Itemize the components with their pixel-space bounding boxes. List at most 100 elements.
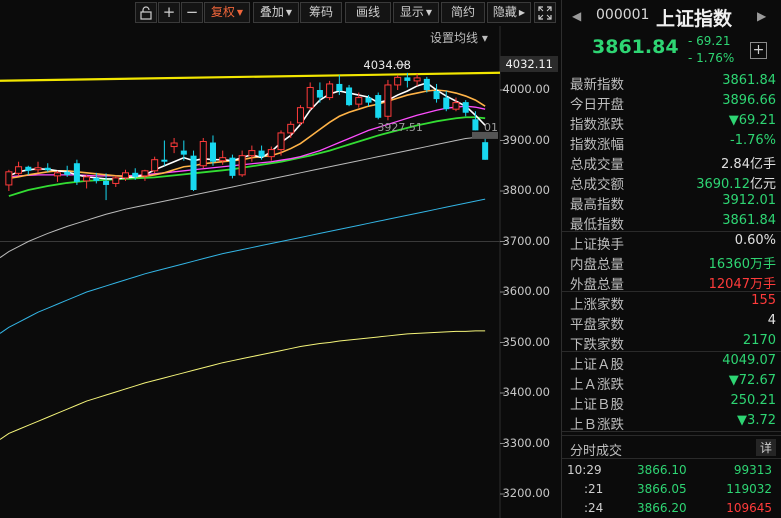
candle-body xyxy=(238,155,246,176)
candle-body xyxy=(346,87,353,106)
stat-value: ▼3.72 xyxy=(737,413,776,428)
trade-volume: 109645 xyxy=(726,501,772,515)
candle-body xyxy=(229,157,236,176)
candle-body xyxy=(482,142,489,160)
candle-body xyxy=(25,166,32,171)
stat-row: 上证换手 0.60% xyxy=(562,232,781,253)
trade-price: 3866.05 xyxy=(637,482,687,496)
trade-price: 3866.10 xyxy=(637,463,687,477)
stat-row: 最低指数 3861.84 xyxy=(562,212,781,233)
trade-time: :21 xyxy=(584,482,604,496)
expand-icon[interactable] xyxy=(534,2,556,23)
stat-row: 上Ａ涨跌 ▼72.67 xyxy=(562,372,781,393)
stat-label: 指数涨跌 xyxy=(570,117,624,133)
stat-row: 总成交量 2.84亿手 xyxy=(562,152,781,173)
trade-row: :21 3866.05 119032 xyxy=(562,480,781,500)
stat-row: 最高指数 3912.01 xyxy=(562,192,781,213)
draw-line-button[interactable]: 画线 xyxy=(345,2,391,23)
stat-label: 最高指数 xyxy=(570,197,624,213)
price-change-percent: - 1.76% xyxy=(688,51,735,65)
candle-body xyxy=(296,107,304,124)
stat-row: 总成交额 3690.12亿元 xyxy=(562,172,781,193)
trade-time: :24 xyxy=(584,501,604,515)
y-tick-label: 3400.00 xyxy=(502,385,550,399)
stat-label: 下跌家数 xyxy=(570,337,624,353)
simple-mode-button[interactable]: 简约 xyxy=(441,2,485,23)
stat-row: 上Ｂ涨跌 ▼3.72 xyxy=(562,412,781,433)
ma-settings-label: 设置均线 xyxy=(430,31,479,45)
ma250-line xyxy=(0,330,486,440)
trade-row: :24 3866.20 109645 xyxy=(562,499,781,518)
stat-value: 0.60% xyxy=(734,233,776,248)
candle-body xyxy=(73,163,80,182)
quote-panel: ◀ 000001 上证指数 ▶ 3861.84 - 69.21 - 1.76% … xyxy=(561,0,781,518)
candle-body xyxy=(365,97,372,103)
stat-value: 12047万手 xyxy=(708,277,776,292)
chevron-down-icon: ▼ xyxy=(285,8,293,17)
stat-value: 16360万手 xyxy=(708,257,776,272)
candle-body xyxy=(258,150,265,157)
candle-body xyxy=(219,157,227,162)
fuquan-label: 复权 xyxy=(210,5,235,19)
candle-body xyxy=(248,150,256,157)
stats-divider xyxy=(562,291,781,292)
candle-body xyxy=(316,90,323,98)
lock-icon-glyph xyxy=(140,6,152,20)
chips-button[interactable]: 筹码 xyxy=(300,2,342,23)
candle-body xyxy=(53,172,61,177)
candle-body xyxy=(5,171,13,186)
stat-row: 内盘总量 16360万手 xyxy=(562,252,781,273)
candle-body xyxy=(44,167,51,171)
lock-icon[interactable] xyxy=(135,2,157,23)
stat-label: 上涨家数 xyxy=(570,297,624,313)
stat-label: 今日开盘 xyxy=(570,97,624,113)
trades-title: 分时成交 xyxy=(570,444,623,459)
stat-row: 指数涨跌 ▼69.21 xyxy=(562,112,781,133)
chevron-down-icon: ▼ xyxy=(425,8,433,17)
overlay-dropdown[interactable]: 叠加 ▼ xyxy=(253,2,299,23)
stat-value: 2.84亿手 xyxy=(721,157,776,172)
stat-label: 上证Ｂ股 xyxy=(570,397,624,413)
stat-label: 上证换手 xyxy=(570,237,624,253)
stat-row: 上涨家数 155 xyxy=(562,292,781,313)
candle-body xyxy=(375,95,382,118)
candle-body xyxy=(199,141,207,167)
stat-row: 上证Ｂ股 250.21 xyxy=(562,392,781,413)
trade-volume: 99313 xyxy=(733,463,772,477)
quote-header: ◀ 000001 上证指数 ▶ 3861.84 - 69.21 - 1.76% … xyxy=(562,0,781,68)
y-tick-label: 3800.00 xyxy=(502,183,550,197)
y-tick-label: 3300.00 xyxy=(502,435,550,450)
zoom-in-button[interactable]: + xyxy=(158,2,180,23)
candle-body xyxy=(15,166,23,174)
y-tick-label: 3900.00 xyxy=(502,132,550,147)
add-watchlist-button[interactable]: + xyxy=(750,42,767,59)
stat-row: 平盘家数 4 xyxy=(562,312,781,333)
hide-button[interactable]: 隐藏 ▶ xyxy=(487,2,531,23)
stat-label: 上Ｂ涨跌 xyxy=(570,417,624,433)
candle-body xyxy=(306,86,314,109)
zoom-out-button[interactable]: − xyxy=(181,2,203,23)
stat-value: 3912.01 xyxy=(722,193,776,208)
trades-detail-button[interactable]: 详 xyxy=(755,439,776,456)
ma120-line xyxy=(0,198,486,334)
fuquan-dropdown[interactable]: 复权 ▼ xyxy=(204,2,250,23)
kline-chart[interactable]: 4034.08 3927.51 01 设置均线 ▾ 4032.11 4000.00 3… xyxy=(0,26,560,518)
stat-label: 外盘总量 xyxy=(570,277,624,293)
candle-body xyxy=(384,84,392,117)
stat-value: ▼72.67 xyxy=(728,373,776,388)
stat-label: 总成交量 xyxy=(570,157,624,173)
candle-body xyxy=(83,176,91,182)
kline-chart-svg: 4034.083927.51 01 xyxy=(0,26,505,518)
trade-volume: 119032 xyxy=(726,482,772,496)
candle-body xyxy=(103,180,110,185)
stat-label: 指数涨幅 xyxy=(570,137,624,153)
ma10-line xyxy=(8,89,486,180)
candle-body xyxy=(423,78,430,90)
next-stock-icon[interactable]: ▶ xyxy=(757,9,766,23)
candle-body xyxy=(326,83,334,99)
stat-value: 250.21 xyxy=(730,393,777,408)
stat-value: 3896.66 xyxy=(722,93,776,108)
prev-stock-icon[interactable]: ◀ xyxy=(572,9,581,23)
ma-settings-button[interactable]: 设置均线 ▾ xyxy=(430,29,488,46)
display-dropdown[interactable]: 显示 ▼ xyxy=(393,2,439,23)
